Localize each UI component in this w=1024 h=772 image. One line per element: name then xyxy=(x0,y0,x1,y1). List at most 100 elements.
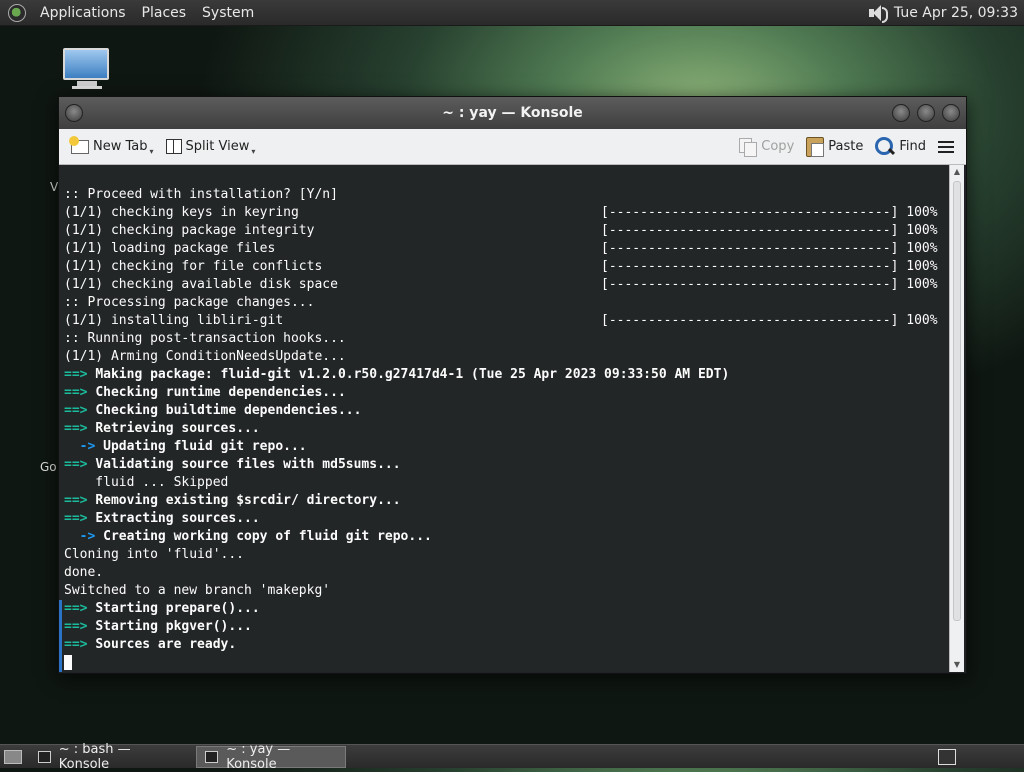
chevron-down-icon[interactable]: ▾ xyxy=(251,147,255,156)
line-text: :: Running post-transaction hooks... xyxy=(64,331,346,346)
konsole-toolbar: New Tab ▾ Split View ▾ Copy Paste Find xyxy=(59,129,966,165)
bottom-taskbar: ~ : bash — Konsole ~ : yay — Konsole xyxy=(0,742,1024,772)
terminal-line: done. xyxy=(64,564,949,582)
hamburger-menu-button[interactable] xyxy=(932,133,960,161)
copy-button[interactable]: Copy xyxy=(733,133,800,161)
progress-indicator: [------------------------------------] 1… xyxy=(601,313,938,328)
minimize-button[interactable] xyxy=(892,104,910,122)
new-tab-button[interactable]: New Tab ▾ xyxy=(65,133,160,161)
konsole-window: ~ : yay — Konsole New Tab ▾ Split View ▾… xyxy=(58,96,967,674)
show-desktop-icon[interactable] xyxy=(4,749,22,764)
window-menu-icon[interactable] xyxy=(65,104,83,122)
terminal-line: ==> Making package: fluid-git v1.2.0.r50… xyxy=(64,366,949,384)
line-prefix: ==> xyxy=(64,367,96,382)
terminal-line: -> Updating fluid git repo... xyxy=(64,438,949,456)
line-text: (1/1) loading package files xyxy=(64,241,276,256)
line-prefix: ==> xyxy=(64,601,96,616)
line-text: Starting prepare()... xyxy=(95,601,260,616)
terminal-line: :: Processing package changes... xyxy=(64,294,949,312)
line-prefix: -> xyxy=(64,439,104,454)
paste-button[interactable]: Paste xyxy=(800,133,869,161)
workspace-switcher-icon[interactable] xyxy=(938,748,956,765)
line-text: (1/1) Arming ConditionNeedsUpdate... xyxy=(64,349,346,364)
progress-indicator: [------------------------------------] 1… xyxy=(601,223,938,238)
progress-indicator: [------------------------------------] 1… xyxy=(601,259,938,274)
terminal-line: fluid ... Skipped xyxy=(64,474,949,492)
line-prefix: ==> xyxy=(64,619,96,634)
desktop-label-fragment[interactable]: Go xyxy=(40,460,57,474)
terminal-line: ==> Checking runtime dependencies... xyxy=(64,384,949,402)
line-text: fluid ... Skipped xyxy=(64,475,229,490)
taskbar-item-bash-konsole[interactable]: ~ : bash — Konsole xyxy=(30,742,180,772)
terminal-line: (1/1) checking for file conflicts [------… xyxy=(64,258,949,276)
terminal-line: ==> Sources are ready. xyxy=(59,636,949,654)
hamburger-menu-icon xyxy=(938,140,954,153)
scrollbar-thumb[interactable] xyxy=(953,181,961,621)
scroll-down-icon[interactable]: ▼ xyxy=(950,658,964,672)
line-text: Extracting sources... xyxy=(95,511,260,526)
line-text: Checking runtime dependencies... xyxy=(95,385,346,400)
computer-desktop-icon[interactable] xyxy=(63,48,111,94)
terminal-scrollbar[interactable]: ▲ ▼ xyxy=(949,165,964,672)
copy-icon xyxy=(739,137,758,157)
window-titlebar[interactable]: ~ : yay — Konsole xyxy=(59,97,966,129)
terminal-icon xyxy=(205,750,219,763)
terminal-line: ==> Retrieving sources... xyxy=(64,420,949,438)
line-prefix: ==> xyxy=(64,421,96,436)
terminal-line: (1/1) checking available disk space [----… xyxy=(64,276,949,294)
terminal-line: ==> Removing existing $srcdir/ directory… xyxy=(64,492,949,510)
terminal-line: Cloning into 'fluid'... xyxy=(64,546,949,564)
menu-applications[interactable]: Applications xyxy=(32,5,134,21)
terminal-line: (1/1) installing libliri-git [-----------… xyxy=(64,312,949,330)
line-text: :: Proceed with installation? [Y/n] xyxy=(64,187,338,202)
distro-logo-icon[interactable] xyxy=(8,3,26,22)
new-tab-label: New Tab xyxy=(93,139,148,154)
line-text: Checking buildtime dependencies... xyxy=(95,403,362,418)
terminal-line: ==> Starting pkgver()... xyxy=(59,618,949,636)
taskbar-item-yay-konsole[interactable]: ~ : yay — Konsole xyxy=(196,742,346,772)
split-view-label: Split View xyxy=(185,139,250,154)
menu-places[interactable]: Places xyxy=(134,5,195,21)
line-text: (1/1) checking keys in keyring xyxy=(64,205,299,220)
line-text: Making package: fluid-git v1.2.0.r50.g27… xyxy=(95,367,730,382)
terminal-output[interactable]: :: Proceed with installation? [Y/n](1/1)… xyxy=(59,165,949,672)
split-view-button[interactable]: Split View ▾ xyxy=(160,133,262,161)
new-tab-icon xyxy=(69,135,89,154)
line-text: Validating source files with md5sums... xyxy=(95,457,401,472)
find-label: Find xyxy=(899,139,926,154)
taskbar-item-label: ~ : yay — Konsole xyxy=(226,741,291,772)
terminal-line: :: Proceed with installation? [Y/n] xyxy=(64,186,949,204)
line-text: Removing existing $srcdir/ directory... xyxy=(95,493,401,508)
chevron-down-icon[interactable]: ▾ xyxy=(150,147,154,156)
line-prefix: ==> xyxy=(64,385,96,400)
terminal-line: (1/1) Arming ConditionNeedsUpdate... xyxy=(64,348,949,366)
copy-label: Copy xyxy=(761,139,795,154)
find-button[interactable]: Find xyxy=(869,133,932,161)
menu-system[interactable]: System xyxy=(194,5,262,21)
line-prefix: ==> xyxy=(64,511,96,526)
line-text: Starting pkgver()... xyxy=(95,619,252,634)
line-text: Cloning into 'fluid'... xyxy=(64,547,245,562)
terminal-line: (1/1) loading package files [------------… xyxy=(64,240,949,258)
terminal-line: -> Creating working copy of fluid git re… xyxy=(64,528,949,546)
clock[interactable]: Tue Apr 25, 09:33 xyxy=(894,5,1018,21)
line-prefix: ==> xyxy=(64,493,96,508)
line-prefix: -> xyxy=(64,529,104,544)
maximize-button[interactable] xyxy=(917,104,935,122)
close-button[interactable] xyxy=(942,104,960,122)
line-text: done. xyxy=(64,565,104,580)
terminal-prompt-line xyxy=(59,654,949,672)
paste-label: Paste xyxy=(828,139,864,154)
terminal-line: Switched to a new branch 'makepkg' xyxy=(64,582,949,600)
desktop-label-fragment[interactable]: V xyxy=(50,180,58,194)
panel-menus: Applications Places System xyxy=(0,0,262,26)
terminal-line: :: Running post-transaction hooks... xyxy=(64,330,949,348)
line-text: Creating working copy of fluid git repo.… xyxy=(103,529,432,544)
terminal-line: ==> Validating source files with md5sums… xyxy=(64,456,949,474)
line-prefix: ==> xyxy=(64,637,96,652)
line-text: (1/1) installing libliri-git xyxy=(64,313,284,328)
volume-icon[interactable] xyxy=(868,4,888,23)
scroll-up-icon[interactable]: ▲ xyxy=(950,165,964,179)
progress-indicator: [------------------------------------] 1… xyxy=(601,241,938,256)
split-view-icon xyxy=(165,139,182,154)
